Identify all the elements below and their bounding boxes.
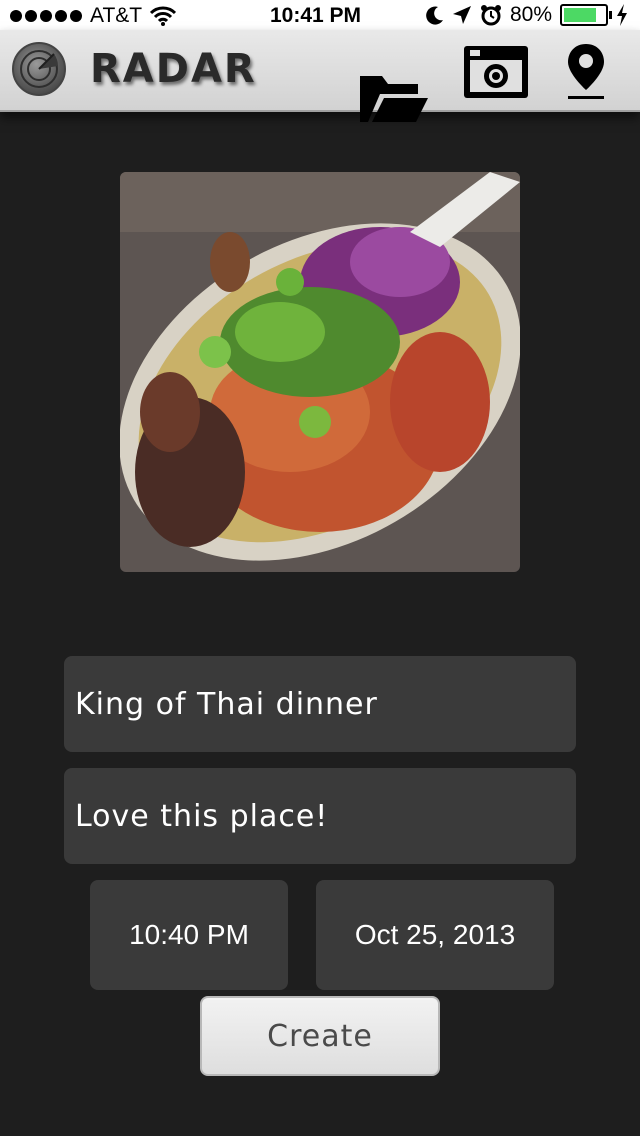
camera-icon[interactable]	[462, 42, 530, 100]
title-field-value: King of Thai dinner	[75, 686, 378, 722]
time-value: 10:40 PM	[129, 919, 249, 950]
status-right: 80%	[426, 3, 628, 27]
battery-percent: 80%	[509, 3, 552, 26]
radar-logo-icon	[12, 42, 66, 96]
status-time: 10:41 PM	[270, 4, 362, 27]
status-bar: AT&T 10:41 PM 80%	[0, 0, 640, 30]
create-button-label: Create	[267, 1018, 373, 1054]
charging-bolt-icon	[617, 4, 627, 26]
app-title: RADAR	[90, 46, 257, 92]
time-picker[interactable]: 10:40 PM	[90, 880, 288, 990]
alarm-icon	[480, 5, 501, 26]
status-left: AT&T	[10, 4, 177, 28]
battery-level	[564, 8, 596, 22]
food-photo[interactable]	[120, 172, 520, 572]
date-value: Oct 25, 2013	[354, 919, 516, 950]
map-pin-icon[interactable]	[566, 42, 606, 102]
wifi-icon	[150, 6, 177, 26]
folder-open-icon[interactable]	[358, 70, 430, 126]
note-field-value: Love this place!	[75, 798, 329, 834]
title-field[interactable]: King of Thai dinner	[64, 656, 576, 752]
nav-bar: RADAR	[0, 30, 640, 122]
date-picker[interactable]: Oct 25, 2013	[316, 880, 554, 990]
note-field[interactable]: Love this place!	[64, 768, 576, 864]
create-button[interactable]: Create	[200, 996, 440, 1076]
moon-icon	[426, 6, 443, 25]
battery-icon	[560, 4, 612, 26]
carrier-label: AT&T	[90, 4, 143, 27]
location-arrow-icon	[452, 6, 471, 24]
signal-dots-icon	[10, 10, 82, 22]
